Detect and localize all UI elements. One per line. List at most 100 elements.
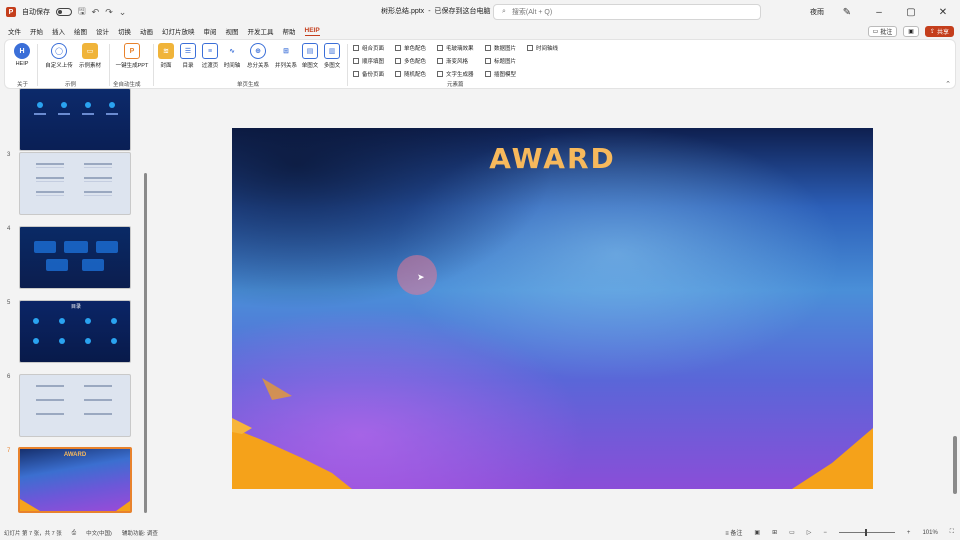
generate-ppt-button[interactable]: P 一键生成PPT — [115, 43, 149, 69]
user-name[interactable]: 夜雨 — [810, 7, 824, 17]
toc-button[interactable]: ☰ 目录 — [177, 43, 199, 69]
tab-help[interactable]: 帮助 — [283, 26, 296, 36]
checkbox-order-fill[interactable]: 顺序填图 — [353, 57, 384, 65]
redo-icon[interactable]: ↷ — [105, 7, 113, 18]
heip-button[interactable]: H HEIP — [11, 43, 33, 67]
close-button[interactable]: ✕ — [934, 7, 952, 18]
checkbox-text-generator[interactable]: 文字生成器 — [437, 70, 474, 78]
chat-icon: ◯ — [51, 43, 67, 59]
thumbnail-orange-corners — [20, 499, 130, 511]
cover-button[interactable]: ≋ 封面 — [155, 43, 177, 69]
canvas-scrollbar[interactable] — [952, 92, 958, 524]
zoom-slider[interactable] — [838, 529, 895, 536]
undo-icon[interactable]: ↶ — [92, 7, 100, 18]
customize-icon[interactable]: ⌄ — [119, 7, 127, 18]
slide-title[interactable]: AWARD — [232, 142, 873, 175]
lines-icon: ≡ — [202, 43, 218, 59]
spellcheck-icon[interactable]: ⎙ — [72, 530, 76, 537]
custom-upload-button[interactable]: ◯ 自定义上传 — [45, 43, 73, 69]
generate-icon: P — [124, 43, 140, 59]
thumbnail-scroll-thumb[interactable] — [144, 173, 147, 513]
tab-design[interactable]: 设计 — [96, 26, 109, 36]
mouse-cursor-icon: ➤ — [417, 272, 425, 282]
slide-thumbnail[interactable] — [19, 374, 131, 437]
search-input[interactable]: ⌕ 搜索(Alt + Q) — [493, 4, 761, 20]
search-icon: ⌕ — [502, 8, 506, 15]
checkbox-gradient[interactable]: 渐变风格 — [437, 57, 468, 65]
checkbox-timeline[interactable]: 时间轴线 — [527, 44, 558, 52]
zoom-level[interactable]: 101% — [922, 530, 937, 536]
thumbnail-scrollbar[interactable] — [144, 93, 148, 523]
file-name[interactable]: 树形总结.pptx — [381, 6, 424, 16]
present-button[interactable]: ▣ — [903, 26, 919, 37]
save-status: 已保存到这台电脑 — [434, 8, 491, 15]
tab-review[interactable]: 审阅 — [204, 26, 217, 36]
tab-developer[interactable]: 开发工具 — [248, 26, 274, 36]
slide-thumbnail[interactable] — [19, 152, 131, 215]
tab-transitions[interactable]: 切换 — [118, 26, 131, 36]
tab-animations[interactable]: 动画 — [140, 26, 153, 36]
slide-sorter-icon[interactable]: ⊞ — [772, 529, 777, 536]
checkbox-random-color[interactable]: 随机配色 — [395, 70, 426, 78]
maximize-button[interactable]: ▢ — [902, 7, 920, 18]
checkbox-mono-color[interactable]: 单色配色 — [395, 44, 426, 52]
group-label: 元素篇 — [447, 82, 464, 88]
share-icon: ⇪ — [929, 29, 935, 35]
search-placeholder: 搜索(Alt + Q) — [511, 9, 553, 16]
slide-thumbnail-selected[interactable]: AWARD — [18, 447, 132, 513]
list-icon: ☰ — [180, 43, 196, 59]
checkbox-data-image[interactable]: 数据图片 — [485, 44, 516, 52]
checkbox-backup-page[interactable]: 备份页面 — [353, 70, 384, 78]
sample-material-button[interactable]: ▭ 示例素材 — [77, 43, 103, 69]
checkbox-title-image[interactable]: 标题图片 — [485, 57, 516, 65]
tab-view[interactable]: 视图 — [226, 26, 239, 36]
fit-slide-icon[interactable]: ⛶ — [950, 529, 954, 536]
slideshow-icon[interactable]: ▷ — [807, 529, 812, 536]
share-button[interactable]: ⇪ 共享 — [924, 26, 954, 37]
pen-icon[interactable]: ✎ — [838, 7, 856, 18]
tab-slideshow[interactable]: 幻灯片放映 — [162, 26, 195, 36]
slide-preview-circles — [34, 102, 118, 115]
hierarchy-button[interactable]: ⊕ 总分关系 — [245, 43, 271, 69]
language-status[interactable]: 中文(中国) — [86, 529, 112, 537]
normal-view-icon[interactable]: ▣ — [754, 529, 760, 536]
tab-home[interactable]: 开始 — [30, 26, 43, 36]
heip-logo-icon: H — [14, 43, 30, 59]
tab-heip[interactable]: HEIP — [304, 27, 320, 36]
single-image-text-button[interactable]: ▤ 单图文 — [299, 43, 321, 69]
collapse-ribbon-icon[interactable]: ⌃ — [945, 80, 951, 88]
timeline-icon: ∿ — [224, 43, 240, 59]
accessibility-status[interactable]: 辅助功能: 调查 — [122, 529, 158, 537]
group-single-page: ≋ 封面 ☰ 目录 ≡ 过渡页 ∿ 时间轴 ⊕ 总分关系 ⊞ 并列关系 ▤ 单图… — [155, 40, 345, 90]
checkbox-illustration[interactable]: 插图模型 — [485, 70, 516, 78]
timeline-button[interactable]: ∿ 时间轴 — [221, 43, 243, 69]
zoom-out-button[interactable]: − — [823, 530, 827, 536]
checkbox-multi-color[interactable]: 多色配色 — [395, 57, 426, 65]
comments-button[interactable]: ▭ 批注 — [867, 26, 898, 37]
multi-image-icon: ▥ — [324, 43, 340, 59]
minimize-button[interactable]: – — [870, 7, 888, 18]
tab-insert[interactable]: 插入 — [52, 26, 65, 36]
checkbox-glass[interactable]: 毛玻璃效果 — [437, 44, 474, 52]
multi-image-text-button[interactable]: ▥ 多图文 — [321, 43, 343, 69]
save-icon[interactable]: 🖫 — [78, 4, 86, 20]
present-icon: ▣ — [908, 29, 914, 35]
zoom-in-button[interactable]: + — [907, 530, 911, 536]
notes-button[interactable]: ≡ 备注 — [725, 528, 742, 537]
slide-number: 4 — [7, 226, 11, 232]
slide-thumbnail[interactable]: 目录 — [19, 300, 131, 363]
checkbox-combo-page[interactable]: 组合页面 — [353, 44, 384, 52]
slide-thumbnail[interactable] — [19, 226, 131, 289]
tab-draw[interactable]: 绘图 — [74, 26, 87, 36]
reading-view-icon[interactable]: ▭ — [789, 529, 795, 536]
watercolor-background — [232, 128, 873, 489]
autosave-toggle[interactable] — [56, 8, 72, 16]
parallel-button[interactable]: ⊞ 并列关系 — [273, 43, 299, 69]
slide-thumbnail[interactable] — [19, 88, 131, 151]
transition-page-button[interactable]: ≡ 过渡页 — [199, 43, 221, 69]
canvas-scroll-thumb[interactable] — [953, 436, 957, 494]
comment-icon: ▭ — [872, 29, 879, 35]
current-slide[interactable]: AWARD — [232, 128, 873, 489]
group-label: 示例 — [65, 82, 77, 88]
tab-file[interactable]: 文件 — [8, 26, 21, 36]
